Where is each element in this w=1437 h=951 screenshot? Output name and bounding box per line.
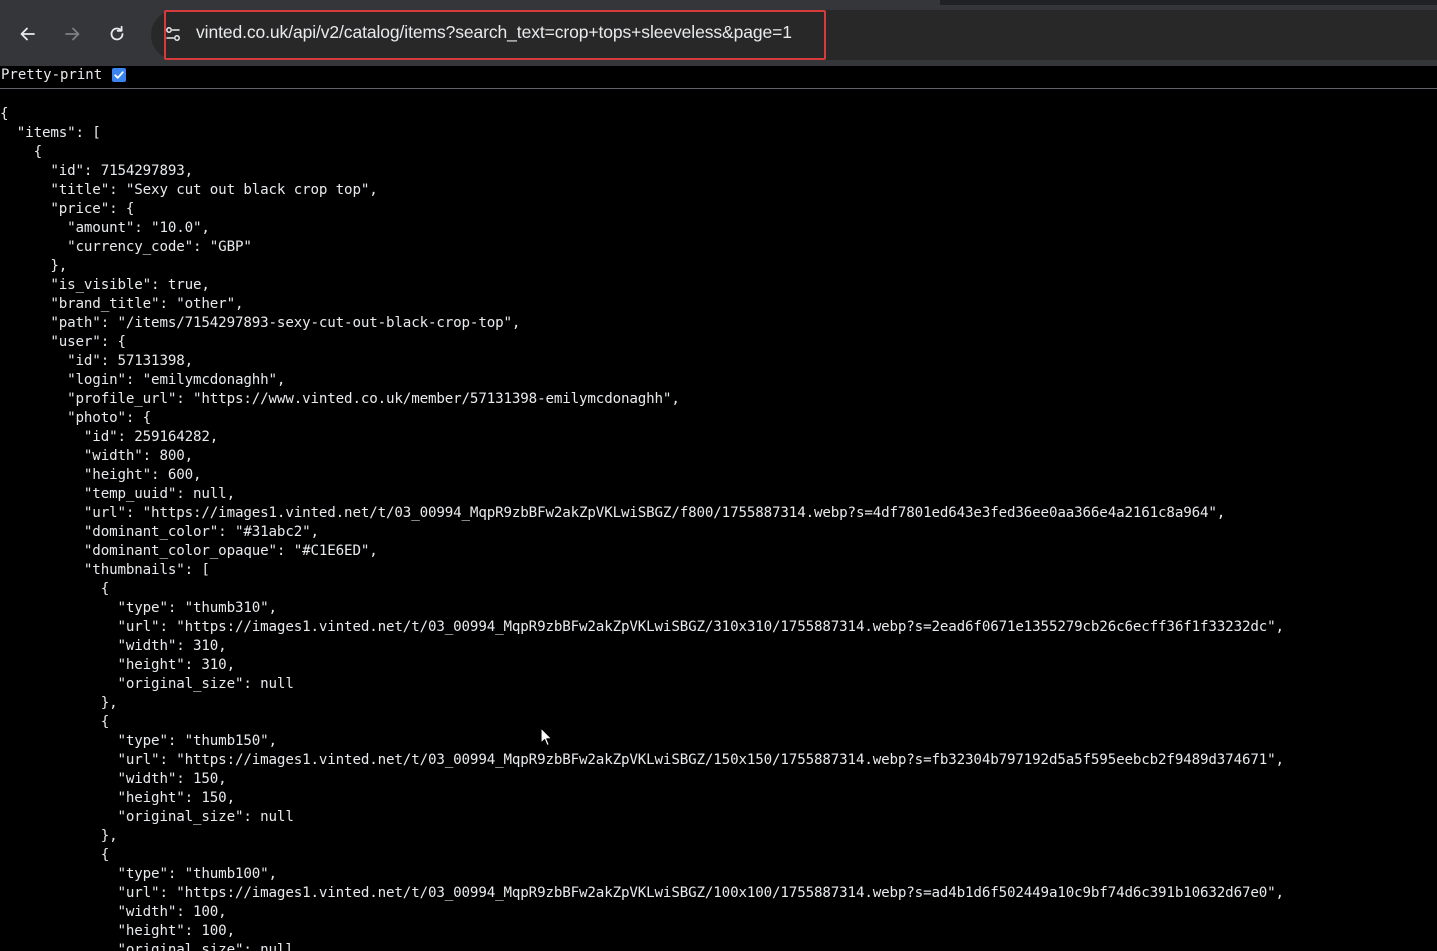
json-line: "photo": { (0, 410, 152, 426)
json-line: "original_size": null (0, 676, 294, 692)
json-line: "price": { (0, 201, 135, 217)
json-line: "url": "https://images1.vinted.net/t/03_… (0, 752, 1284, 768)
json-line: "profile_url": "https://www.vinted.co.uk… (0, 391, 680, 407)
json-line: "height": 600, (0, 467, 202, 483)
json-line: { (0, 847, 110, 863)
forward-arrow-icon (65, 27, 80, 41)
json-line: "user": { (0, 334, 126, 350)
json-line: "title": "Sexy cut out black crop top", (0, 182, 378, 198)
json-content: { "items": [ { "id": 7154297893, "title"… (0, 105, 1437, 951)
pretty-print-checkbox[interactable] (112, 68, 126, 82)
json-line: "type": "thumb310", (0, 600, 277, 616)
json-line: "login": "emilymcdonaghh", (0, 372, 286, 388)
back-arrow-icon (20, 27, 35, 41)
json-line: "original_size": null (0, 942, 294, 951)
json-line: "dominant_color_opaque": "#C1E6ED", (0, 543, 378, 559)
json-line: }, (0, 258, 68, 274)
json-line: "dominant_color": "#31abc2", (0, 524, 319, 540)
json-line: { (0, 714, 110, 730)
json-line: { (0, 106, 9, 122)
json-line: "type": "thumb100", (0, 866, 277, 882)
json-line: "original_size": null (0, 809, 294, 825)
browser-toolbar: vinted.co.uk/api/v2/catalog/items?search… (0, 0, 1437, 66)
reload-icon (110, 25, 124, 41)
json-line: "width": 310, (0, 638, 227, 654)
json-line: "id": 259164282, (0, 429, 219, 445)
json-line: "temp_uuid": null, (0, 486, 235, 502)
pretty-print-label: Pretty-print (1, 67, 103, 83)
json-line: "url": "https://images1.vinted.net/t/03_… (0, 619, 1284, 635)
json-line: }, (0, 828, 118, 844)
json-line: "id": 7154297893, (0, 163, 194, 179)
json-line: { (0, 581, 110, 597)
pretty-print-bar: Pretty-print (0, 66, 1437, 89)
json-line: { (0, 144, 43, 160)
json-line: "width": 150, (0, 771, 227, 787)
json-line: "items": [ (0, 125, 101, 141)
site-info-icon[interactable] (164, 25, 182, 43)
url-text[interactable]: vinted.co.uk/api/v2/catalog/items?search… (196, 22, 792, 43)
json-line: "brand_title": "other", (0, 296, 244, 312)
json-line: "amount": "10.0", (0, 220, 210, 236)
json-line: "currency_code": "GBP" (0, 239, 252, 255)
json-line: "height": 150, (0, 790, 235, 806)
json-line: "width": 100, (0, 904, 227, 920)
json-line: "path": "/items/7154297893-sexy-cut-out-… (0, 315, 521, 331)
json-line: }, (0, 695, 118, 711)
reload-button[interactable] (101, 18, 133, 50)
tab-strip (0, 0, 1437, 5)
back-button[interactable] (12, 18, 44, 50)
json-line: "type": "thumb150", (0, 733, 277, 749)
json-line: "height": 100, (0, 923, 235, 939)
forward-button[interactable] (56, 18, 88, 50)
active-tab[interactable] (0, 0, 940, 5)
mouse-cursor-icon (540, 727, 553, 747)
json-line: "width": 800, (0, 448, 194, 464)
json-line: "is_visible": true, (0, 277, 210, 293)
json-line: "url": "https://images1.vinted.net/t/03_… (0, 885, 1284, 901)
json-line: "height": 310, (0, 657, 235, 673)
json-line: "url": "https://images1.vinted.net/t/03_… (0, 505, 1226, 521)
json-line: "thumbnails": [ (0, 562, 210, 578)
json-line: "id": 57131398, (0, 353, 194, 369)
checkmark-icon (114, 71, 124, 79)
